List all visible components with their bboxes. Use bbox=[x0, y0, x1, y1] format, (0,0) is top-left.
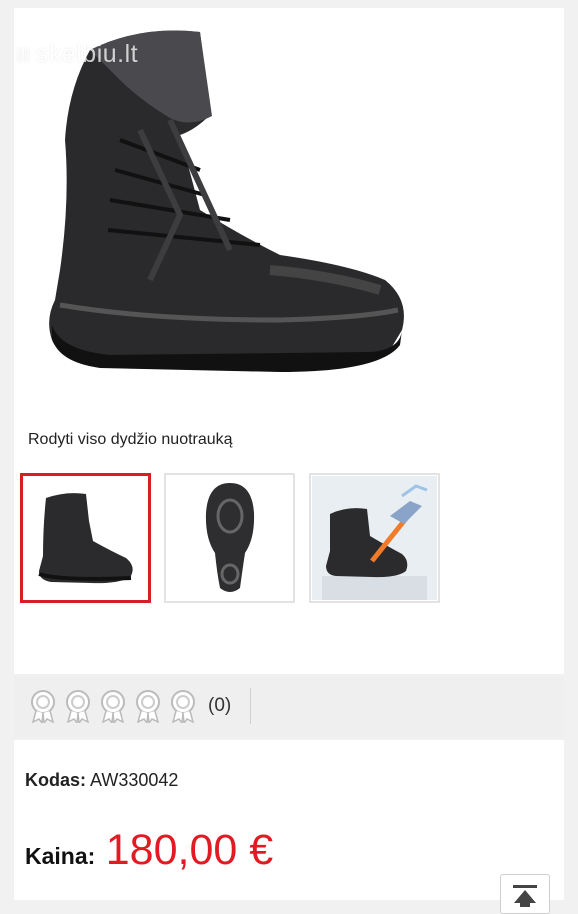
medal-icon[interactable] bbox=[168, 689, 198, 723]
watermark-text: skelbiu.lt bbox=[35, 40, 139, 68]
arrow-up-icon bbox=[513, 885, 537, 907]
product-code-label: Kodas: bbox=[25, 770, 87, 790]
rating-count: (0) bbox=[208, 695, 232, 716]
medal-icon[interactable] bbox=[98, 689, 128, 723]
product-code-value: AW330042 bbox=[90, 770, 179, 790]
rating-bar: (0) bbox=[14, 676, 564, 738]
rating-divider bbox=[250, 688, 251, 724]
thumbnail-side-view[interactable] bbox=[20, 473, 151, 603]
watermark-bars-icon: ⦀⦀ bbox=[16, 46, 30, 66]
product-code: Kodas: AW330042 bbox=[25, 770, 178, 791]
medal-icon[interactable] bbox=[63, 689, 93, 723]
product-info: Kodas: AW330042 Kaina: 180,00 € bbox=[14, 740, 564, 900]
show-full-size-link[interactable]: Rodyti viso dydžio nuotrauką bbox=[28, 431, 233, 449]
medal-icon[interactable] bbox=[28, 689, 58, 723]
thumbnail-membrane-view[interactable] bbox=[309, 473, 440, 603]
price-label: Kaina: bbox=[25, 843, 96, 869]
thumbnail-sole-view[interactable] bbox=[164, 473, 295, 603]
scroll-to-top-button[interactable] bbox=[500, 874, 550, 914]
product-price: Kaina: 180,00 € bbox=[25, 826, 273, 875]
rating-medals[interactable] bbox=[28, 689, 198, 723]
boot-membrane-thumbnail-icon bbox=[312, 476, 437, 600]
medal-icon[interactable] bbox=[133, 689, 163, 723]
boot-side-thumbnail-icon bbox=[37, 492, 133, 583]
product-main-image[interactable] bbox=[30, 20, 420, 390]
boot-sole-thumbnail-icon bbox=[205, 483, 254, 592]
watermark: ⦀⦀ skelbiu.lt bbox=[16, 40, 138, 69]
price-value: 180,00 € bbox=[105, 826, 274, 874]
